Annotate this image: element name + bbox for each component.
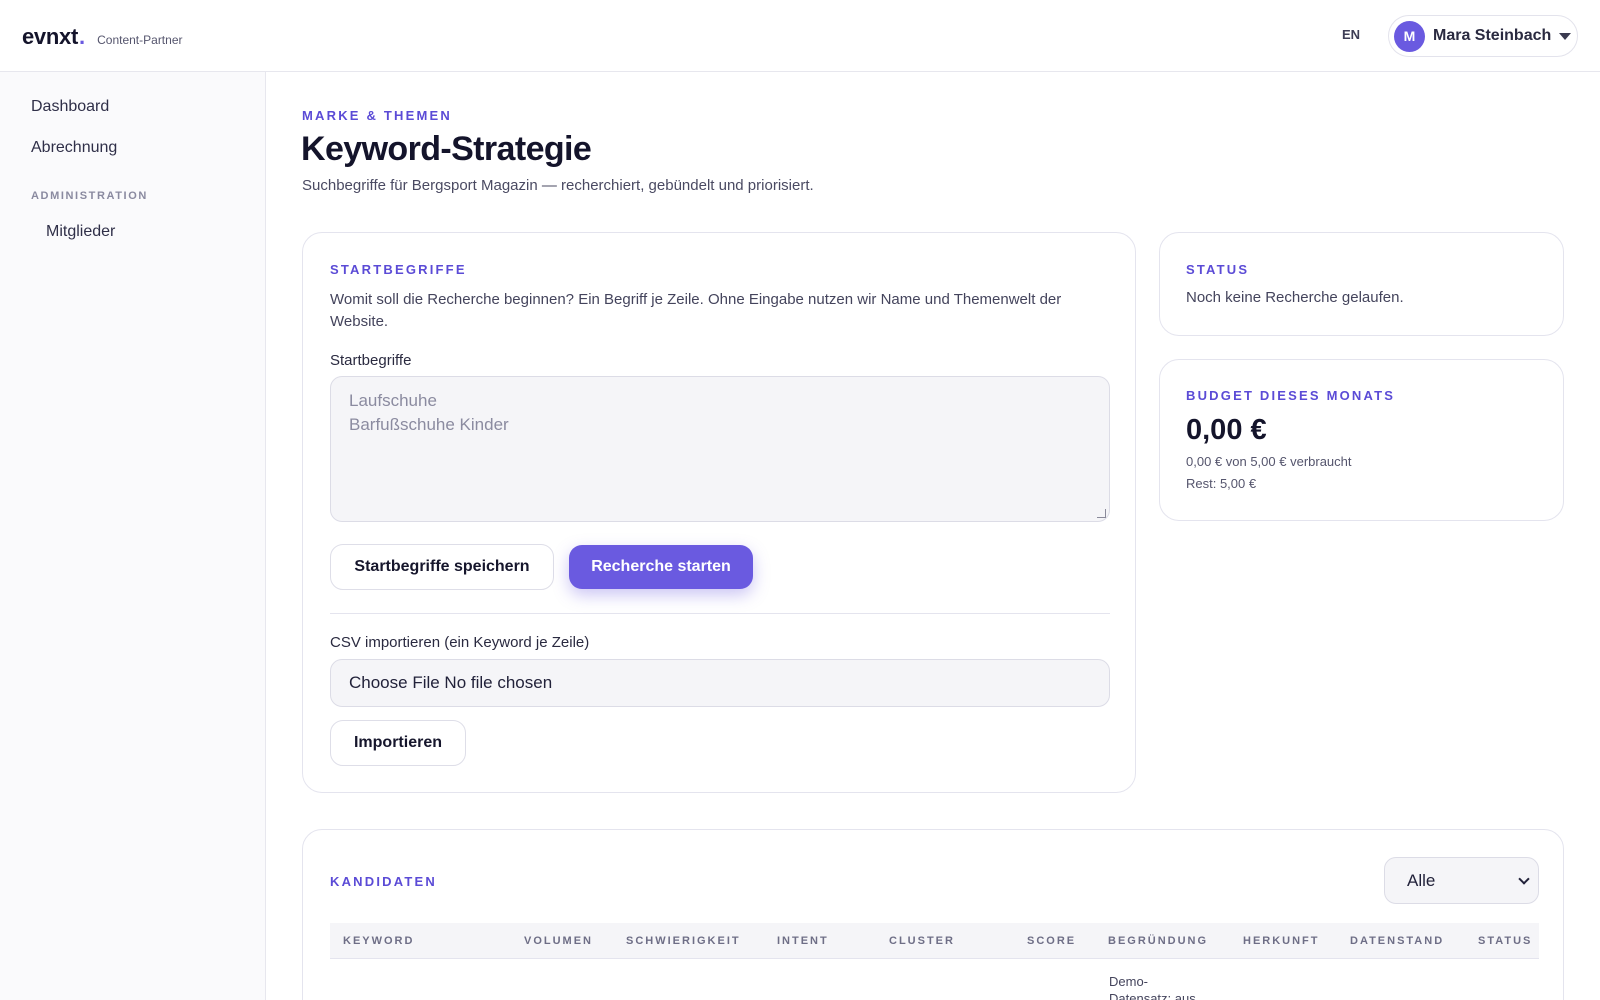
start-terms-description: Womit soll die Recherche beginnen? Ein B… bbox=[330, 291, 1062, 330]
logo-subtitle: Content-Partner bbox=[97, 33, 183, 47]
chevron-down-icon bbox=[1559, 32, 1572, 40]
column-header-status[interactable]: STATUS bbox=[1478, 935, 1532, 947]
column-header-cluster[interactable]: CLUSTER bbox=[889, 935, 955, 947]
column-header-keyword[interactable]: KEYWORD bbox=[343, 935, 414, 947]
sidebar-item-dashboard[interactable]: Dashboard bbox=[31, 98, 109, 116]
column-header-datenstand[interactable]: DATENSTAND bbox=[1350, 935, 1444, 947]
budget-used: 0,00 € von 5,00 € verbraucht bbox=[1186, 454, 1352, 469]
divider bbox=[330, 613, 1110, 614]
start-terms-field-label: Startbegriffe bbox=[330, 352, 412, 369]
candidates-card: KANDIDATEN Alle KEYWORD VOLUMEN SCHWIERI… bbox=[302, 829, 1564, 1000]
column-header-begruendung[interactable]: BEGRÜNDUNG bbox=[1108, 935, 1208, 947]
page-subtitle: Suchbegriffe für Bergsport Magazin — rec… bbox=[302, 177, 814, 194]
column-header-volumen[interactable]: VOLUMEN bbox=[524, 935, 593, 947]
logo[interactable]: evnxt . Content-Partner bbox=[22, 24, 183, 50]
sidebar-section-label: ADMINISTRATION bbox=[31, 190, 148, 202]
page-title: Keyword-Strategie bbox=[301, 130, 592, 168]
save-terms-button[interactable]: Startbegriffe speichern bbox=[330, 544, 554, 590]
start-terms-textarea[interactable]: Laufschuhe Barfußschuhe Kinder bbox=[330, 376, 1110, 522]
sidebar: Dashboard Abrechnung ADMINISTRATION Mitg… bbox=[0, 72, 266, 1000]
csv-import-label: CSV importieren (ein Keyword je Zeile) bbox=[330, 634, 590, 651]
column-header-herkunft[interactable]: HERKUNFT bbox=[1243, 935, 1320, 947]
user-name: Mara Steinbach bbox=[1433, 27, 1552, 44]
budget-label: BUDGET DIESES MONATS bbox=[1186, 388, 1396, 403]
budget-rest: Rest: 5,00 € bbox=[1186, 476, 1257, 491]
status-card: STATUS Noch keine Recherche gelaufen. bbox=[1159, 232, 1564, 336]
column-header-schwierigkeit[interactable]: SCHWIERIGKEIT bbox=[626, 935, 741, 947]
budget-amount: 0,00 € bbox=[1186, 414, 1267, 446]
logo-text: evnxt bbox=[22, 24, 78, 49]
user-menu-button[interactable]: M Mara Steinbach bbox=[1388, 15, 1578, 57]
column-header-score[interactable]: SCORE bbox=[1027, 935, 1076, 947]
start-terms-card: STARTBEGRIFFE Womit soll die Recherche b… bbox=[302, 232, 1136, 793]
resize-handle-icon[interactable] bbox=[1097, 509, 1106, 518]
import-button[interactable]: Importieren bbox=[330, 720, 466, 766]
budget-card: BUDGET DIESES MONATS 0,00 € 0,00 € von 5… bbox=[1159, 359, 1564, 521]
candidates-label: KANDIDATEN bbox=[330, 874, 437, 889]
status-filter-value: Alle bbox=[1407, 870, 1436, 890]
start-research-button[interactable]: Recherche starten bbox=[569, 545, 753, 589]
sidebar-item-mitglieder[interactable]: Mitglieder bbox=[46, 223, 115, 241]
csv-file-input[interactable]: Choose File No file chosen bbox=[330, 659, 1110, 707]
chevron-down-icon bbox=[1518, 873, 1530, 885]
language-switch[interactable]: EN bbox=[1342, 27, 1360, 42]
column-header-intent[interactable]: INTENT bbox=[777, 935, 829, 947]
logo-dot: . bbox=[78, 24, 86, 49]
avatar: M bbox=[1394, 20, 1425, 52]
start-terms-label: STARTBEGRIFFE bbox=[330, 262, 467, 277]
table-header: KEYWORD VOLUMEN SCHWIERIGKEIT INTENT CLU… bbox=[330, 923, 1539, 959]
status-label: STATUS bbox=[1186, 262, 1250, 277]
page-eyebrow: MARKE & THEMEN bbox=[302, 108, 452, 123]
table-cell-begruendung: Demo-Datensatz; aus bbox=[1109, 974, 1196, 1000]
top-bar: evnxt . Content-Partner EN M Mara Steinb… bbox=[0, 0, 1600, 72]
status-text: Noch keine Recherche gelaufen. bbox=[1186, 289, 1404, 306]
sidebar-item-abrechnung[interactable]: Abrechnung bbox=[31, 139, 117, 157]
status-filter-select[interactable]: Alle bbox=[1384, 857, 1539, 904]
